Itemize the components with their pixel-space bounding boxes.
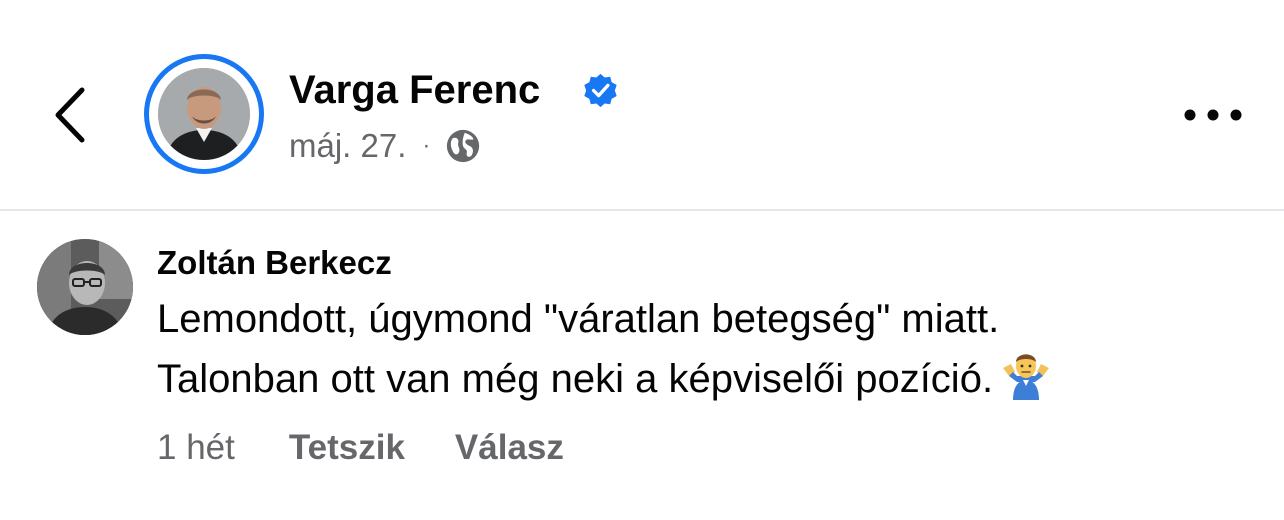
comment-time[interactable]: 1 hét bbox=[157, 426, 235, 470]
chevron-left-icon bbox=[55, 87, 85, 143]
post-date[interactable]: máj. 27. bbox=[289, 127, 406, 165]
commenter-name[interactable]: Zoltán Berkecz bbox=[157, 241, 392, 285]
commenter-avatar[interactable] bbox=[37, 239, 133, 335]
page-author-name[interactable]: Varga Ferenc bbox=[289, 66, 540, 114]
page-avatar-photo bbox=[158, 68, 250, 160]
meta-separator: · bbox=[422, 132, 431, 159]
man-shrugging-icon bbox=[1003, 354, 1050, 400]
more-options-icon[interactable] bbox=[1180, 100, 1246, 130]
comment-actions: 1 hét Tetszik Válasz bbox=[157, 426, 614, 470]
comment-line: Lemondott, úgymond "váratlan betegség" m… bbox=[157, 297, 1000, 341]
post-meta: máj. 27. · bbox=[289, 124, 482, 168]
page-avatar[interactable] bbox=[144, 54, 264, 174]
like-button[interactable]: Tetszik bbox=[289, 426, 405, 470]
comment-line-2: Talonban ott van még neki a képviselői p… bbox=[157, 346, 1257, 406]
header-divider bbox=[0, 209, 1284, 211]
reply-button[interactable]: Válasz bbox=[455, 426, 564, 470]
comment-line-text: Talonban ott van még neki a képviselői p… bbox=[157, 357, 994, 401]
comment-body: Lemondott, úgymond "váratlan betegség" m… bbox=[157, 292, 1257, 406]
verified-badge-icon bbox=[584, 73, 617, 108]
post-header: Varga Ferenc máj. 27. · bbox=[0, 0, 1284, 210]
back-button[interactable] bbox=[44, 80, 100, 150]
globe-icon[interactable] bbox=[444, 127, 482, 165]
